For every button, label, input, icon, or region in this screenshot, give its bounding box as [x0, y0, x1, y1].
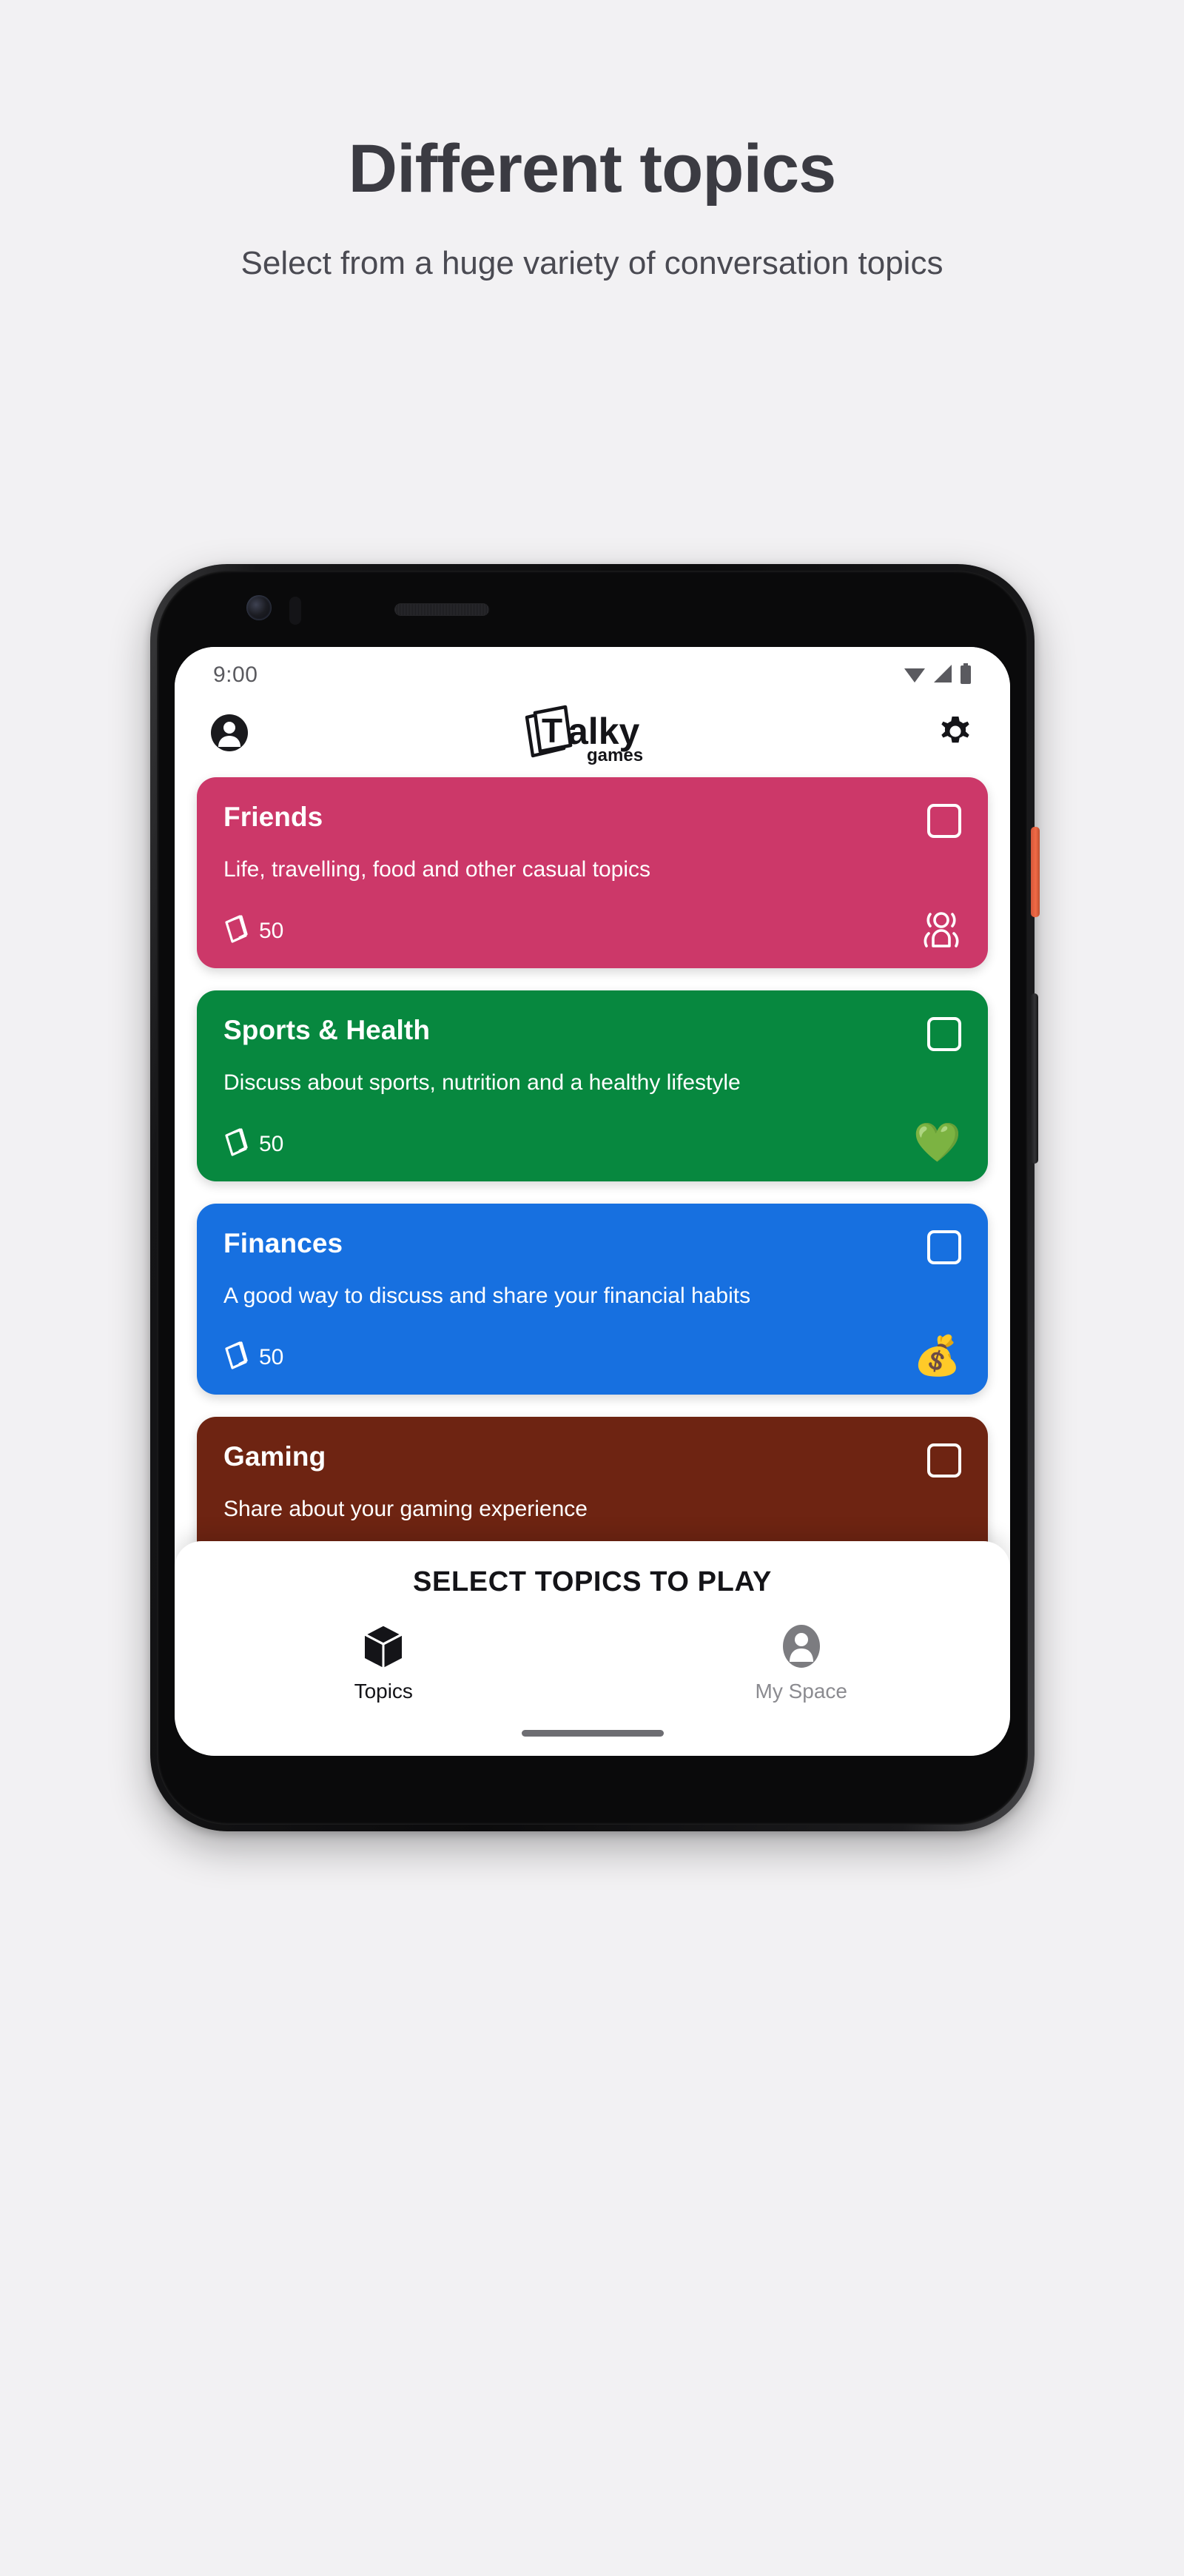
topic-card-header: Gaming [223, 1441, 961, 1477]
card-count-value: 50 [259, 919, 284, 943]
cellular-signal-icon [933, 664, 952, 687]
topic-card-header: Sports & Health [223, 1015, 961, 1051]
topic-title: Friends [223, 802, 323, 832]
settings-button[interactable] [935, 714, 976, 755]
cube-box-icon [362, 1623, 405, 1673]
promo-page: Different topics Select from a huge vari… [0, 0, 1184, 2576]
topic-card[interactable]: Friends Life, travelling, food and other… [197, 777, 988, 968]
topic-title: Finances [223, 1228, 343, 1258]
topic-title: Gaming [223, 1441, 326, 1472]
account-circle-icon [780, 1623, 823, 1673]
card-count: 50 [223, 1127, 283, 1162]
card-count-value: 50 [259, 1345, 284, 1369]
profile-button[interactable] [209, 714, 250, 755]
home-indicator[interactable] [521, 1730, 664, 1737]
green-heart-icon: 💚 [913, 1121, 961, 1164]
topic-checkbox[interactable] [927, 1017, 961, 1051]
nav-label-topics: Topics [354, 1680, 413, 1703]
topic-checkbox[interactable] [927, 804, 961, 838]
card-count: 50 [223, 1340, 283, 1375]
earpiece-speaker-icon [394, 603, 489, 616]
phone-screen: 9:00 T alky games Friends Life, travelli… [175, 647, 1010, 1756]
status-time: 9:00 [213, 663, 258, 687]
volume-rocker-button[interactable] [1031, 993, 1038, 1164]
topic-card-footer: 50 💰 [223, 1337, 961, 1375]
logo-subtext: games [587, 745, 643, 765]
status-bar: 9:00 [175, 647, 1010, 696]
topic-description: Share about your gaming experience [223, 1497, 588, 1521]
topic-checkbox[interactable] [927, 1443, 961, 1477]
page-subtitle: Select from a huge variety of conversati… [240, 244, 944, 281]
topic-card[interactable]: Finances A good way to discuss and share… [197, 1204, 988, 1395]
topic-description: A good way to discuss and share your fin… [223, 1284, 751, 1308]
bottom-navigation-bar: Topics My Space [175, 1623, 1010, 1703]
proximity-sensor-icon [289, 597, 301, 625]
svg-text:T: T [542, 711, 562, 750]
gear-icon [936, 714, 975, 756]
promo-block: Different topics Select from a huge vari… [0, 133, 1184, 286]
topic-card-header: Finances [223, 1228, 961, 1264]
app-logo: T alky games [519, 702, 667, 766]
battery-icon [960, 663, 972, 688]
nav-item-topics[interactable]: Topics [175, 1623, 593, 1703]
topic-description: Discuss about sports, nutrition and a he… [223, 1070, 741, 1095]
topic-card-footer: 50 💚 [223, 1124, 961, 1162]
bottom-sheet: SELECT TOPICS TO PLAY Topics My Space [175, 1541, 1010, 1756]
phone-mockup: 9:00 T alky games Friends Life, travelli… [150, 564, 1040, 1831]
nav-label-my-space: My Space [755, 1680, 848, 1703]
nav-item-my-space[interactable]: My Space [593, 1623, 1011, 1703]
app-bar: T alky games [175, 696, 1010, 773]
cards-stack-icon [223, 1340, 250, 1375]
power-button[interactable] [1031, 827, 1040, 917]
bottom-sheet-title: SELECT TOPICS TO PLAY [413, 1566, 772, 1597]
topic-card[interactable]: Sports & Health Discuss about sports, nu… [197, 990, 988, 1181]
page-title: Different topics [348, 131, 837, 207]
money-bag-icon: 💰 [913, 1335, 961, 1378]
front-camera-icon [246, 595, 272, 620]
topic-description: Life, travelling, food and other casual … [223, 857, 651, 882]
cards-stack-icon [223, 913, 250, 949]
topic-card-header: Friends [223, 802, 961, 838]
account-circle-icon [210, 714, 249, 756]
topic-title: Sports & Health [223, 1015, 431, 1045]
people-group-icon [920, 908, 961, 949]
card-count: 50 [223, 913, 283, 949]
cards-stack-icon [223, 1127, 250, 1162]
topic-card-footer: 50 [223, 908, 961, 949]
topic-checkbox[interactable] [927, 1230, 961, 1264]
card-count-value: 50 [259, 1132, 284, 1156]
status-icons [904, 663, 972, 688]
wifi-icon [904, 664, 926, 687]
